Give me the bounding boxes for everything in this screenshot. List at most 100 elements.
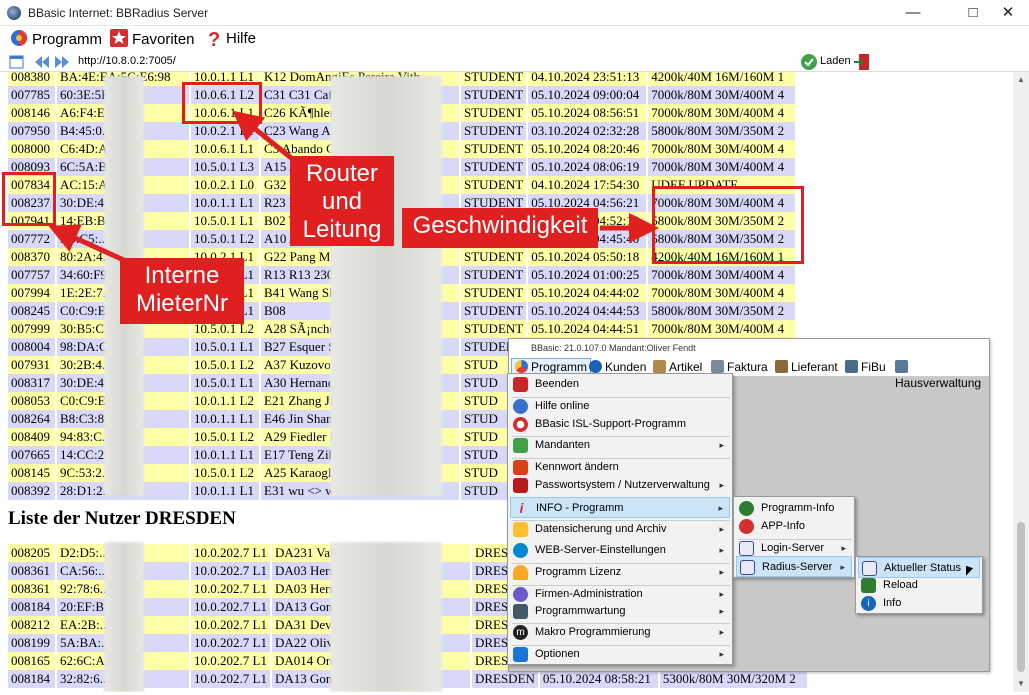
lock-icon: [513, 460, 528, 475]
menu-item-makro-label: Makro Programmierung: [535, 626, 651, 638]
menu-programm-label: Programm: [32, 31, 103, 48]
table-cell: 007757: [8, 266, 57, 284]
page-icon[interactable]: [8, 54, 26, 70]
app-globe-icon: [7, 6, 21, 20]
menu-item-mandanten-label: Mandanten: [535, 439, 591, 451]
table-cell: 7000k/80M 30M/400M 4: [647, 158, 798, 176]
speed-callout: Geschwindigkeit: [402, 208, 598, 248]
table-cell: 10.0.202.7 L1: [190, 652, 272, 670]
table-cell: 7000k/80M 30M/400M 4: [647, 104, 798, 122]
table-cell: 4200k/40M 16M/160M 1: [647, 72, 798, 86]
table-cell: 008053: [8, 392, 57, 410]
options-icon: [513, 647, 528, 662]
table-cell: 008212: [8, 616, 57, 634]
info-submenu: Programm-Info APP-Info Login-Server ▸ Rad…: [733, 496, 855, 578]
table-cell: 7000k/80M 30M/400M 4: [647, 140, 798, 158]
menu-item-kennwort-label: Kennwort ändern: [535, 461, 619, 473]
inset-menu-kunden-label: Kunden: [605, 360, 647, 374]
table-cell: STUDENT: [460, 140, 529, 158]
person-icon: [589, 360, 602, 373]
blur-mask-name: [330, 76, 442, 496]
table-cell: 04.10.2024 17:54:30: [527, 176, 649, 194]
menu-item-passwortsystem[interactable]: Passwortsystem / Nutzerverwaltung ▸: [510, 475, 730, 496]
submenu-arrow-icon: ▸: [719, 480, 724, 490]
table-cell: 008146: [8, 104, 57, 122]
forward-icon[interactable]: [54, 54, 72, 70]
table-cell: 008000: [8, 140, 57, 158]
back-icon[interactable]: [32, 54, 50, 70]
menu-item-firmen-admin-label: Firmen-Administration: [535, 588, 643, 600]
table-cell: 10.5.0.1 L2: [190, 356, 261, 374]
table-cell: 7000k/80M 30M/400M 4: [647, 86, 798, 104]
table-cell: 05.10.2024 01:00:25: [527, 266, 649, 284]
inset-menu-fibu[interactable]: FiBu: [845, 359, 886, 375]
menu-programm[interactable]: Programm: [10, 29, 102, 49]
url-field[interactable]: http://10.8.0.2:7005/: [78, 55, 176, 67]
table-cell: 008245: [8, 302, 57, 320]
menu-hilfe-label: Hilfe: [226, 30, 257, 47]
menu-hilfe[interactable]: ? Hilfe: [208, 29, 257, 50]
menu-item-beenden[interactable]: Beenden: [510, 374, 730, 395]
table-cell: 10.0.202.7 L1: [190, 670, 272, 688]
minimize-button[interactable]: —: [890, 0, 936, 26]
login-server-icon: [739, 541, 754, 556]
inset-title: BBasic: 21.0.107.0 Mandant:Oliver Fendt: [509, 339, 989, 357]
table-cell: 10.0.202.7 L1: [190, 634, 272, 652]
menu-item-datensicherung[interactable]: Datensicherung und Archiv ▸: [510, 519, 730, 540]
title-bar: BBasic Internet: BBRadius Server — □ ✕: [0, 0, 1029, 26]
table-cell: 10.5.0.1 L1: [190, 338, 261, 356]
close-button[interactable]: ✕: [988, 0, 1028, 26]
table-cell: 10.0.202.7 L1: [190, 616, 272, 634]
table-cell: 008370: [8, 248, 57, 266]
menu-favoriten-label: Favoriten: [132, 31, 195, 48]
menu-item-info-programm[interactable]: i INFO - Programm ▸: [510, 497, 730, 518]
table-cell: 05.10.2024 05:50:18: [527, 248, 649, 266]
table-cell: 10.5.0.1 L3: [190, 158, 261, 176]
table-cell: 10.0.1.1 L1: [190, 446, 261, 464]
scroll-up-arrow-icon[interactable]: ▲: [1013, 72, 1029, 88]
menu-item-app-info[interactable]: APP-Info: [736, 516, 852, 537]
menu-item-info[interactable]: i Info: [858, 593, 980, 614]
menu-item-mandanten[interactable]: Mandanten ▸: [510, 435, 730, 456]
submenu-arrow-icon: ▸: [719, 606, 724, 616]
inset-menu-hausverwaltung[interactable]: Hausverwaltung: [895, 359, 989, 390]
table-cell: 008205: [8, 544, 57, 562]
inset-menu-lieferant[interactable]: Lieferant: [775, 359, 838, 375]
table-cell: 10.5.0.1 L1: [190, 212, 261, 230]
table-cell: 008409: [8, 428, 57, 446]
scroll-thumb[interactable]: [1017, 522, 1025, 672]
menu-item-programmwartung[interactable]: Programmwartung ▸: [510, 601, 730, 622]
load-button[interactable]: Laden: [820, 55, 851, 67]
globe-help-icon: [513, 399, 528, 414]
table-cell: 7000k/80M 30M/400M 4: [647, 266, 798, 284]
menu-item-webserver[interactable]: WEB-Server-Einstellungen ▸: [510, 540, 730, 561]
inset-menu-artikel-label: Artikel: [669, 360, 703, 374]
table-cell: STUDENT: [460, 266, 529, 284]
menu-item-makro[interactable]: m Makro Programmierung ▸: [510, 622, 730, 643]
menu-item-programmwartung-label: Programmwartung: [535, 605, 626, 617]
table-cell: STUDENT: [460, 72, 529, 86]
checkmark-icon[interactable]: [800, 53, 818, 71]
globe-info-icon: [739, 501, 754, 516]
table-cell: 007950: [8, 122, 57, 140]
info-circle-icon: i: [861, 596, 876, 611]
macro-m-icon: m: [513, 625, 528, 640]
table-cell: 10.5.0.1 L1: [190, 374, 261, 392]
menu-item-radius-server[interactable]: Radius-Server ▸: [736, 556, 852, 577]
scroll-down-arrow-icon[interactable]: ▼: [1013, 676, 1029, 692]
menu-favoriten[interactable]: Favoriten: [110, 29, 195, 49]
table-cell: STUDENT: [460, 104, 529, 122]
exit-door-icon[interactable]: [853, 53, 871, 71]
vertical-scrollbar[interactable]: ▲ ▼: [1013, 72, 1029, 692]
menu-item-isl-support[interactable]: BBasic ISL-Support-Programm: [510, 414, 730, 435]
table-cell: 05.10.2024 04:44:53: [527, 302, 649, 320]
address-bar: http://10.8.0.2:7005/ Laden: [0, 52, 1029, 72]
menu-item-optionen[interactable]: Optionen ▸: [510, 644, 730, 665]
table-cell: 10.0.2.1 L0: [190, 176, 261, 194]
inset-menu-lieferant-label: Lieferant: [791, 360, 838, 374]
wrench-icon: [513, 604, 528, 619]
table-cell: 10.0.6.1 L1: [190, 140, 261, 158]
table-cell: STUDENT: [460, 248, 529, 266]
menu-item-lizenz[interactable]: Programm Lizenz ▸: [510, 562, 730, 583]
submenu-arrow-icon: ▸: [718, 503, 723, 513]
